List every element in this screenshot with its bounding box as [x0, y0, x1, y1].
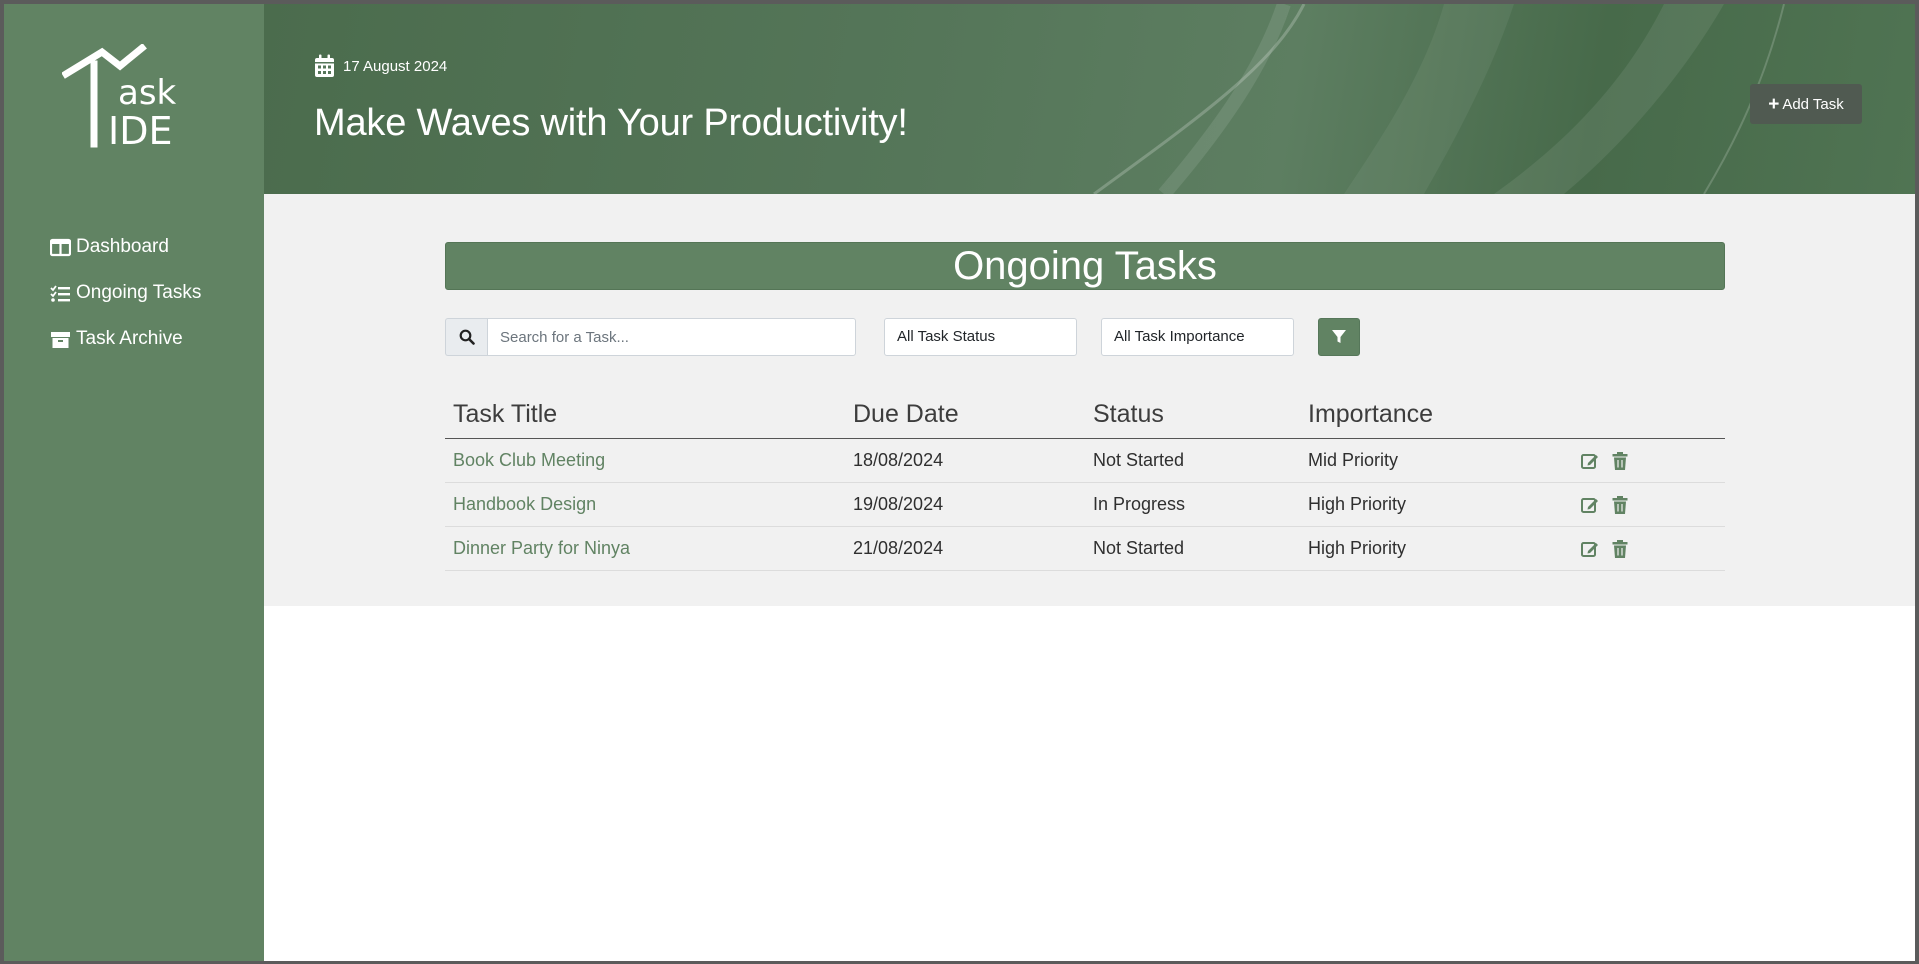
main-content: Ongoing Tasks All Task Status All Task I… — [264, 194, 1915, 606]
trash-icon[interactable] — [1610, 495, 1630, 515]
tasks-table: Task Title Due Date Status Importance Bo… — [445, 390, 1725, 571]
tasktide-logo[interactable]: ask IDE — [62, 44, 192, 154]
plus-icon: + — [1768, 93, 1780, 115]
sidebar-item-label: Ongoing Tasks — [76, 282, 202, 303]
trash-icon[interactable] — [1610, 539, 1630, 559]
filter-button[interactable] — [1318, 318, 1360, 356]
page-headline: Make Waves with Your Productivity! — [314, 102, 908, 144]
task-title-link[interactable]: Handbook Design — [453, 494, 596, 514]
edit-icon[interactable] — [1580, 495, 1600, 515]
importance-filter-select[interactable]: All Task Importance — [1101, 318, 1294, 356]
edit-icon[interactable] — [1580, 539, 1600, 559]
sidebar-item-label: Task Archive — [76, 328, 183, 349]
trash-icon[interactable] — [1610, 451, 1630, 471]
table-header: Task Title Due Date Status Importance — [445, 390, 1725, 439]
importance: Mid Priority — [1308, 450, 1399, 470]
sidebar-item-ongoing-tasks[interactable]: Ongoing Tasks — [50, 270, 201, 316]
due-date: 21/08/2024 — [853, 538, 944, 558]
search-input[interactable] — [487, 318, 856, 356]
section-title: Ongoing Tasks — [445, 242, 1725, 290]
table-row: Dinner Party for Ninya 21/08/2024 Not St… — [445, 527, 1725, 571]
column-header-due-date: Due Date — [853, 399, 959, 428]
sidebar-nav: Dashboard Ongoing Tasks Task Archive — [50, 224, 201, 362]
tasks-icon — [50, 284, 70, 302]
logo-text-bottom: IDE — [108, 109, 172, 153]
archive-icon — [51, 331, 70, 348]
due-date: 18/08/2024 — [853, 450, 944, 470]
status-filter-select[interactable]: All Task Status — [884, 318, 1077, 356]
status: Not Started — [1093, 450, 1185, 470]
task-title-link[interactable]: Book Club Meeting — [453, 450, 605, 470]
due-date: 19/08/2024 — [853, 494, 944, 514]
task-title-link[interactable]: Dinner Party for Ninya — [453, 538, 630, 558]
logo-text-top: ask — [118, 73, 177, 113]
search-group — [445, 318, 856, 356]
column-header-status: Status — [1093, 399, 1164, 428]
edit-icon[interactable] — [1580, 451, 1600, 471]
add-task-label: Add Task — [1782, 95, 1844, 113]
columns-icon — [50, 238, 71, 256]
date-text: 17 August 2024 — [343, 58, 448, 75]
table-row: Handbook Design 19/08/2024 In Progress H… — [445, 483, 1725, 527]
filter-icon — [1332, 330, 1346, 343]
importance: High Priority — [1308, 494, 1407, 514]
app-window: ask IDE Dashboard Ongoing Tasks Task Arc… — [4, 4, 1915, 961]
sidebar-item-task-archive[interactable]: Task Archive — [50, 316, 201, 362]
calendar-icon — [315, 54, 334, 77]
column-header-importance: Importance — [1308, 399, 1434, 428]
add-task-button[interactable]: + Add Task — [1750, 84, 1862, 124]
wave-background — [1093, 4, 1785, 194]
sidebar-item-label: Dashboard — [76, 236, 169, 257]
sidebar-item-dashboard[interactable]: Dashboard — [50, 224, 201, 270]
status: In Progress — [1093, 494, 1186, 514]
importance: High Priority — [1308, 538, 1407, 558]
status: Not Started — [1093, 538, 1185, 558]
column-header-title: Task Title — [453, 399, 558, 428]
date-display: 17 August 2024 — [314, 54, 447, 79]
table-row: Book Club Meeting 18/08/2024 Not Started… — [445, 439, 1725, 483]
page-header: 17 August 2024 Make Waves with Your Prod… — [264, 4, 1915, 194]
search-icon[interactable] — [445, 318, 487, 356]
sidebar: ask IDE Dashboard Ongoing Tasks Task Arc… — [4, 4, 264, 961]
